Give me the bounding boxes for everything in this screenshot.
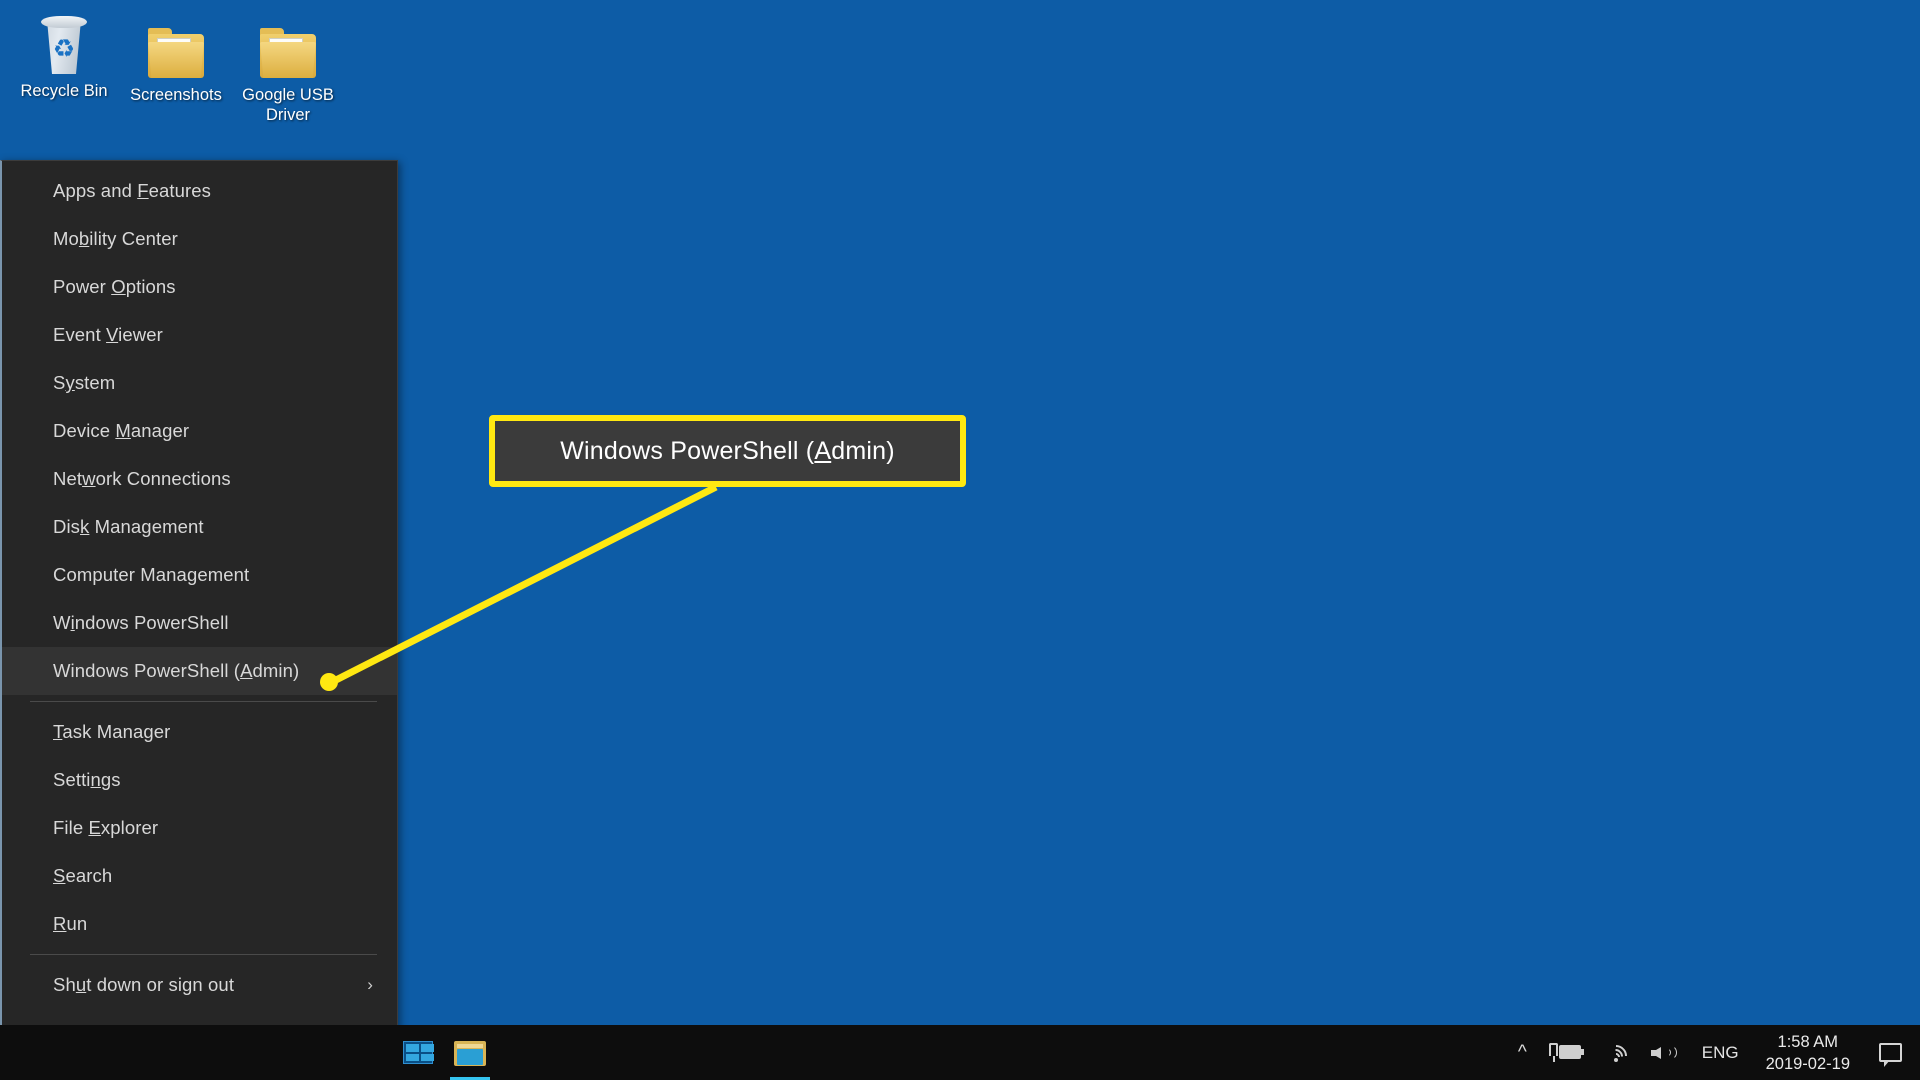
chevron-up-icon: ^: [1517, 1041, 1527, 1063]
accelerator-key: F: [137, 180, 149, 201]
speaker-icon: [1650, 1043, 1677, 1062]
menu-item-label: Computer Management: [53, 564, 250, 585]
accelerator-key: b: [78, 228, 90, 249]
accelerator-key: S: [53, 865, 66, 886]
menu-item-apps-and-features[interactable]: Apps and Features: [2, 167, 397, 215]
accelerator-key: g: [186, 564, 198, 585]
desktop: ♻ Recycle Bin Screenshots Google USB Dri…: [0, 0, 1920, 1080]
menu-item-label: Task Manager: [53, 721, 171, 742]
menu-item-settings[interactable]: Settings: [2, 756, 397, 804]
accelerator-key: w: [82, 468, 96, 489]
menu-item-label: Device Manager: [53, 420, 190, 441]
menu-item-label: Mobility Center: [53, 228, 178, 249]
menu-item-file-explorer[interactable]: File Explorer: [2, 804, 397, 852]
accelerator-key: u: [75, 974, 87, 995]
accelerator-key: R: [53, 913, 67, 934]
menu-item-run[interactable]: Run: [2, 900, 397, 948]
desktop-icon-screenshots[interactable]: Screenshots: [116, 12, 236, 105]
accelerator-key: O: [111, 276, 126, 297]
taskbar-task-view-button[interactable]: [392, 1025, 444, 1080]
menu-item-event-viewer[interactable]: Event Viewer: [2, 311, 397, 359]
accelerator-key: n: [90, 769, 101, 790]
desktop-icon-label: Screenshots: [130, 86, 222, 104]
menu-separator: [30, 954, 377, 955]
network-button[interactable]: [1594, 1025, 1640, 1080]
menu-item-label: Run: [53, 913, 88, 934]
accelerator-key: y: [65, 372, 75, 393]
menu-item-label: Settings: [53, 769, 121, 790]
desktop-icon-label: Recycle Bin: [20, 82, 108, 100]
menu-separator: [30, 701, 377, 702]
menu-item-label: Windows PowerShell: [53, 612, 229, 633]
menu-item-label: Apps and Features: [53, 180, 212, 201]
menu-item-label: Shut down or sign out: [53, 974, 235, 995]
menu-item-computer-management[interactable]: Computer Management: [2, 551, 397, 599]
wifi-icon: [1600, 1040, 1632, 1072]
menu-item-mobility-center[interactable]: Mobility Center: [2, 215, 397, 263]
menu-item-label: Disk Management: [53, 516, 204, 537]
accelerator-key: A: [240, 660, 253, 681]
system-tray: ^ ENG 1:58 AM 2019-02-19: [1507, 1025, 1920, 1080]
volume-button[interactable]: [1640, 1025, 1688, 1080]
menu-item-network-connections[interactable]: Network Connections: [2, 455, 397, 503]
menu-item-label: Power Options: [53, 276, 176, 297]
menu-item-power-options[interactable]: Power Options: [2, 263, 397, 311]
menu-item-disk-management[interactable]: Disk Management: [2, 503, 397, 551]
taskbar-app-buttons: [392, 1025, 496, 1080]
battery-charging-icon: [1548, 1043, 1584, 1062]
show-hidden-icons-button[interactable]: ^: [1507, 1025, 1538, 1080]
menu-item-label: System: [53, 372, 116, 393]
accelerator-key: E: [88, 817, 101, 838]
callout-text: Windows PowerShell (Admin): [560, 436, 895, 465]
action-center-button[interactable]: [1863, 1025, 1920, 1080]
desktop-icon-recycle-bin[interactable]: ♻ Recycle Bin: [4, 8, 124, 101]
accelerator-key: V: [106, 324, 119, 345]
file-explorer-icon: [454, 1040, 486, 1066]
taskbar: ^ ENG 1:58 AM 2019-02-19: [0, 1025, 1920, 1080]
task-view-icon: [403, 1041, 434, 1064]
callout-box: Windows PowerShell (Admin): [489, 415, 966, 487]
desktop-icon-google-usb-driver[interactable]: Google USB Driver: [228, 12, 348, 125]
clock-time: 1:58 AM: [1777, 1032, 1839, 1051]
menu-item-system[interactable]: System: [2, 359, 397, 407]
menu-item-label: Search: [53, 865, 113, 886]
notification-icon: [1879, 1043, 1902, 1067]
taskbar-file-explorer-button[interactable]: [444, 1025, 496, 1080]
battery-button[interactable]: [1538, 1025, 1594, 1080]
folder-icon: [116, 12, 236, 78]
folder-icon: [228, 12, 348, 78]
menu-item-search[interactable]: Search: [2, 852, 397, 900]
chevron-right-icon: ›: [367, 975, 373, 994]
desktop-icon-label: Google USB Driver: [242, 86, 334, 124]
menu-item-label: Event Viewer: [53, 324, 163, 345]
menu-item-windows-powershell[interactable]: Windows PowerShell: [2, 599, 397, 647]
menu-item-label: File Explorer: [53, 817, 159, 838]
accelerator-key: T: [53, 721, 63, 742]
clock-date: 2019-02-19: [1765, 1054, 1850, 1073]
accelerator-key: k: [80, 516, 90, 537]
menu-item-label: Windows PowerShell (Admin): [53, 660, 300, 681]
taskbar-clock[interactable]: 1:58 AM 2019-02-19: [1753, 1031, 1863, 1075]
win-x-context-menu: Apps and Features Mobility Center Power Op…: [0, 160, 398, 1058]
recycle-bin-icon: ♻: [4, 8, 124, 74]
menu-item-shut-down-or-sign-out[interactable]: Shut down or sign out ›: [2, 961, 397, 1009]
accelerator-key: M: [115, 420, 131, 441]
menu-item-windows-powershell-admin[interactable]: Windows PowerShell (Admin): [2, 647, 397, 695]
menu-item-label: Network Connections: [53, 468, 231, 489]
menu-item-task-manager[interactable]: Task Manager: [2, 708, 397, 756]
menu-item-device-manager[interactable]: Device Manager: [2, 407, 397, 455]
language-indicator[interactable]: ENG: [1688, 1043, 1753, 1063]
